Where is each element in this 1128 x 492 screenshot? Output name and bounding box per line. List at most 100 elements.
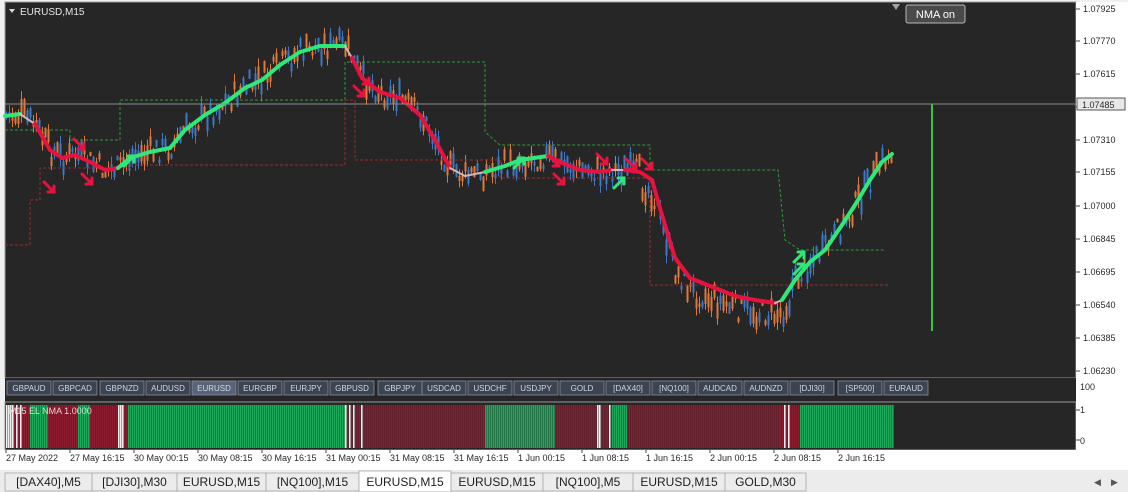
candle-body	[191, 127, 194, 134]
indicator-bar	[288, 405, 290, 448]
indicator-bar	[387, 405, 389, 448]
candle-body	[704, 288, 707, 304]
symbol-button-label: EURGBP	[243, 384, 277, 393]
indicator-bar	[457, 405, 459, 448]
indicator-bar	[491, 405, 493, 448]
indicator-bar	[620, 405, 622, 448]
indicator-bar	[342, 405, 344, 448]
indicator-bar	[290, 405, 292, 448]
candle-body	[230, 104, 233, 112]
indicator-bar	[749, 405, 751, 448]
nma-segment	[3, 112, 22, 118]
indicator-bar	[878, 405, 880, 448]
symbol-button-label: [DJI30]	[799, 384, 824, 393]
price-chart-area[interactable]	[4, 1, 1077, 379]
indicator-bar	[146, 405, 148, 448]
indicator-bar	[804, 405, 806, 448]
candle-body	[665, 239, 668, 256]
candle-body	[614, 163, 617, 170]
candle-body	[677, 266, 680, 278]
indicator-bar	[643, 405, 645, 448]
indicator-bar	[603, 405, 605, 448]
indicator-bar	[645, 405, 647, 448]
chart-window: EURUSD,M15 NMA on 1.07925 1.07770 1.07615 1…	[0, 0, 1128, 492]
indicator-bar	[108, 405, 110, 448]
indicator-bar	[633, 405, 635, 448]
indicator-bar	[218, 405, 220, 448]
candle-body	[386, 95, 389, 109]
symbol-button-label: USDCHF	[473, 384, 506, 393]
indicator-bar	[527, 405, 529, 448]
candle-body	[851, 215, 854, 227]
indicator-bar	[316, 405, 318, 448]
indicator-bar	[792, 405, 794, 448]
indicator-bar	[487, 405, 489, 448]
tabs-scroll-left-icon[interactable]: ◀	[1094, 478, 1101, 488]
indicator-bar	[276, 405, 278, 448]
candle-body	[161, 138, 164, 146]
indicator-bar	[675, 405, 677, 448]
indicator-bar	[753, 405, 755, 448]
candle-body	[533, 161, 536, 166]
candle-body	[281, 51, 284, 57]
time-tick-label: 31 May 16:15	[454, 453, 509, 463]
indicator-bar	[543, 405, 545, 448]
indicator-bar	[699, 405, 701, 448]
price-tick-label: 1.06385	[1083, 333, 1116, 343]
candle-body	[98, 153, 101, 160]
indicator-bar	[244, 405, 246, 448]
price-scale[interactable]	[1076, 2, 1128, 378]
indicator-bar	[140, 405, 142, 448]
indicator-bar	[142, 405, 144, 448]
indicator-bar	[709, 405, 711, 448]
indicator-bar	[216, 405, 218, 448]
candle-body	[467, 169, 470, 184]
indicator-bar	[254, 405, 256, 448]
indicator-bar	[563, 405, 565, 448]
candle-body	[209, 104, 212, 110]
indicator-bar	[735, 405, 737, 448]
indicator-bar	[852, 405, 854, 448]
indicator-bar	[667, 405, 669, 448]
nma-segment	[578, 168, 602, 174]
indicator-bar	[541, 405, 543, 448]
indicator-bar	[383, 405, 385, 448]
indicator-bar	[892, 405, 894, 448]
price-tick-label: 1.07770	[1083, 36, 1116, 46]
indicator-bar	[377, 405, 379, 448]
candle-body	[737, 317, 740, 323]
candle-body	[473, 166, 476, 178]
indicator-bar	[677, 405, 679, 448]
indicator-bar	[238, 405, 240, 448]
time-tick-label: 27 May 16:15	[70, 453, 125, 463]
indicator-bar	[278, 405, 280, 448]
indicator-bar	[447, 405, 449, 448]
candle-body	[119, 157, 122, 161]
indicator-bar	[415, 405, 417, 448]
indicator-bar	[521, 405, 523, 448]
indicator-bar	[557, 405, 559, 448]
indicator-scale-1: 1	[1080, 405, 1085, 415]
candle-body	[638, 153, 641, 167]
indicator-bar	[618, 405, 620, 448]
indicator-bar	[864, 405, 866, 448]
indicator-bar	[465, 405, 467, 448]
candle-body	[320, 49, 323, 66]
indicator-bar	[711, 405, 713, 448]
tabs-scroll-right-icon[interactable]: ▶	[1111, 478, 1118, 488]
indicator-bar	[767, 405, 769, 448]
indicator-bar	[777, 405, 779, 448]
indicator-label: M15 EL NMA 1.0000	[9, 406, 92, 416]
indicator-bar	[128, 405, 130, 448]
indicator-scale-0: 0	[1080, 436, 1085, 446]
indicator-bar	[300, 405, 302, 448]
indicator-bar	[589, 405, 591, 448]
indicator-bar	[455, 405, 457, 448]
indicator-bar	[332, 405, 334, 448]
indicator-bar	[210, 405, 212, 448]
indicator-bar	[503, 405, 505, 448]
indicator-bar	[635, 405, 637, 448]
indicator-bar	[641, 405, 643, 448]
candle-body	[398, 78, 401, 96]
indicator-bar	[304, 405, 306, 448]
